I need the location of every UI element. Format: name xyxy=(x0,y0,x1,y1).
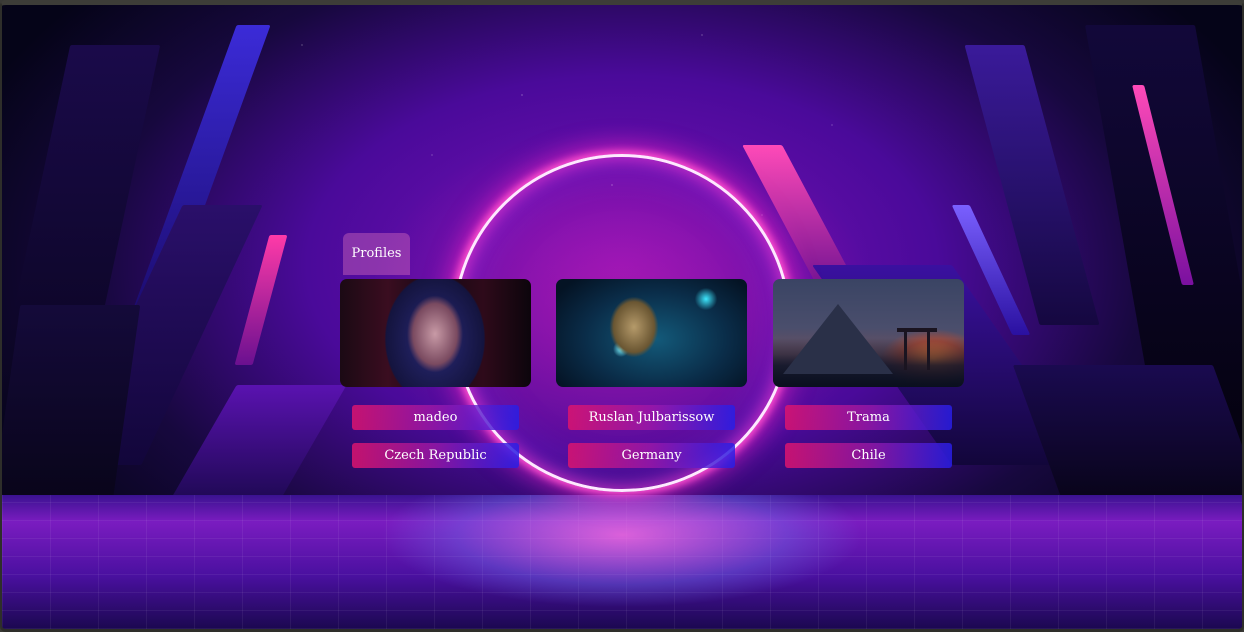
torii-gate-post xyxy=(904,332,907,370)
floor-reflection xyxy=(322,495,922,629)
profile-name: Trama xyxy=(785,405,952,430)
profile-image[interactable] xyxy=(340,279,531,387)
profile-country: Germany xyxy=(568,443,735,468)
torii-landscape-art xyxy=(773,279,964,387)
tab-profiles[interactable]: Profiles xyxy=(343,233,410,275)
profile-country: Chile xyxy=(785,443,952,468)
torii-gate-beam xyxy=(897,328,937,332)
groot-art xyxy=(556,279,747,387)
profile-country: Czech Republic xyxy=(352,443,519,468)
profile-name: Ruslan Julbarissow xyxy=(568,405,735,430)
profile-card[interactable]: Ruslan Julbarissow Germany xyxy=(556,279,747,469)
profile-card[interactable]: Trama Chile xyxy=(773,279,964,469)
profile-image[interactable] xyxy=(556,279,747,387)
window-frame: Profiles madeo Czech Republic Ruslan Jul… xyxy=(0,0,1244,632)
profile-name: madeo xyxy=(352,405,519,430)
torii-gate-post xyxy=(927,332,930,370)
hooded-figure-art xyxy=(340,279,531,387)
profile-image[interactable] xyxy=(773,279,964,387)
profile-card[interactable]: madeo Czech Republic xyxy=(340,279,531,469)
mountain-shape xyxy=(783,304,893,374)
